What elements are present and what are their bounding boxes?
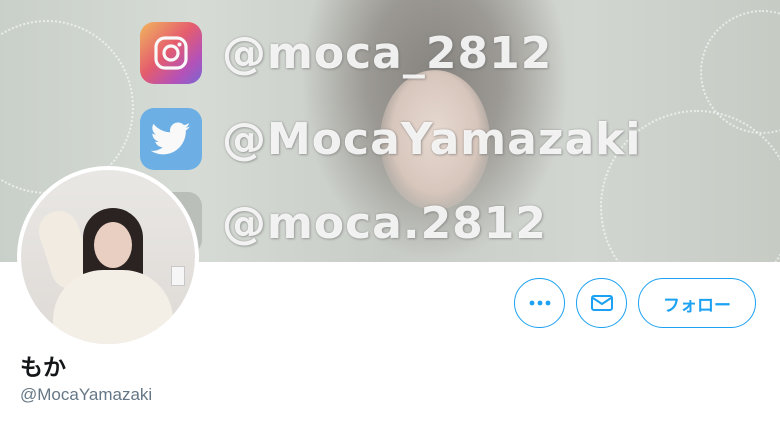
profile-screen-name: @MocaYamazaki	[20, 385, 153, 404]
banner-tiktok-handle: @moca.2812	[222, 197, 548, 249]
avatar-photo-outlet	[171, 266, 185, 286]
avatar-photo-face	[94, 222, 132, 268]
avatar-photo-body	[53, 270, 173, 344]
banner-instagram-row: @moca_2812	[140, 22, 552, 84]
avatar[interactable]	[17, 166, 199, 348]
more-icon	[529, 300, 550, 306]
instagram-icon	[140, 22, 202, 84]
follow-button[interactable]: フォロー	[638, 278, 756, 328]
message-button[interactable]	[576, 278, 627, 328]
more-button[interactable]	[514, 278, 565, 328]
banner-instagram-handle: @moca_2812	[222, 27, 553, 79]
avatar-photo	[21, 170, 195, 344]
banner-tiktok-row: @moca.2812	[140, 192, 547, 254]
banner-twitter-handle: @MocaYamazaki	[222, 113, 642, 165]
mail-icon	[590, 295, 613, 311]
profile-display-name: もか	[20, 355, 66, 381]
banner-twitter-row: @MocaYamazaki	[140, 108, 641, 170]
twitter-icon	[140, 108, 202, 170]
